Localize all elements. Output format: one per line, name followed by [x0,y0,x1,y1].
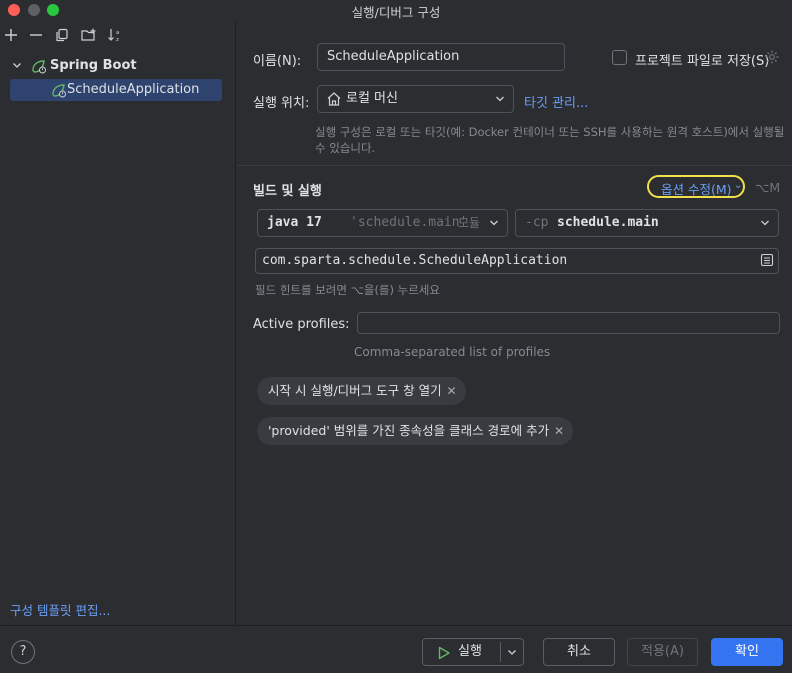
new-folder-icon[interactable] [80,28,98,46]
modify-options-link[interactable]: 옵션 수정(M) [661,179,732,198]
svg-text:a: a [116,30,119,36]
active-profiles-hint: Comma-separated list of profiles [354,345,551,359]
jdk-select[interactable]: java 17 'schedule.main' 모듈 [257,209,508,237]
build-hint: 필드 힌트를 보려면 ⌥을(를) 누르세요 [255,283,440,297]
run-on-label: 실행 위치: [253,96,310,111]
chip-label: 시작 시 실행/디버그 도구 창 열기 [268,383,442,398]
modify-options-shortcut: ⌥M [755,180,781,195]
tree-item-spring-boot[interactable]: Spring Boot [10,55,222,77]
classpath-flag: -cp [525,215,549,230]
name-label: 이름(N): [253,54,302,69]
active-profiles-input[interactable] [357,312,780,334]
copy-icon[interactable] [53,28,71,46]
close-icon[interactable]: ✕ [447,377,457,405]
option-chip-add-provided-scope[interactable]: 'provided' 범위를 가진 종속성을 클래스 경로에 추가 ✕ [257,417,574,445]
chevron-down-icon [495,86,505,122]
chevron-down-icon[interactable]: ⌄ [734,180,742,191]
ok-button[interactable]: 확인 [711,638,783,666]
divider [237,165,792,166]
dialog-footer: ? 실행 취소 적용(A) 확인 [0,625,792,673]
name-input[interactable]: ScheduleApplication [317,43,565,71]
add-icon[interactable] [2,28,20,46]
sort-icon[interactable]: az [106,28,124,46]
manage-targets-link[interactable]: 타깃 관리... [524,92,588,111]
tree-item-schedule-application[interactable]: ScheduleApplication [10,79,222,101]
cancel-button[interactable]: 취소 [543,638,615,666]
run-on-hint: 실행 구성은 로컬 또는 타깃(예: Docker 컨테이너 또는 SSH를 사… [315,125,785,155]
run-on-select[interactable]: 로컬 머신 [317,85,514,113]
store-as-project-file-checkbox[interactable] [612,50,627,65]
run-on-value: 로컬 머신 [346,91,398,106]
jdk-suffix: 모듈 [458,216,481,230]
remove-icon[interactable] [27,28,45,46]
tree-item-label: ScheduleApplication [67,82,200,97]
chevron-down-icon [501,638,523,666]
close-icon[interactable]: ✕ [554,417,564,445]
run-triangle-icon [437,644,451,660]
run-button[interactable]: 실행 [423,638,500,666]
run-options-dropdown[interactable] [501,638,523,666]
configuration-form: 이름(N): ScheduleApplication 프로젝트 파일로 저장(S… [237,22,792,625]
tree-item-label: Spring Boot [50,58,137,73]
window-title: 실행/디버그 구성 [351,5,441,20]
jdk-version: java 17 [267,215,322,230]
active-profiles-label: Active profiles: [253,317,350,332]
build-run-section-title: 빌드 및 실행 [253,184,322,199]
run-button-group: 실행 [422,638,524,666]
home-icon [326,91,342,107]
chevron-down-icon [760,210,770,246]
store-as-project-file-label[interactable]: 프로젝트 파일로 저장(S) [635,50,769,69]
spring-boot-icon [50,82,66,98]
jdk-module: 'schedule.main' [350,215,468,230]
sidebar: az Spring Boot ScheduleApplication 구성 템플… [0,22,236,625]
apply-button[interactable]: 적용(A) [627,638,698,666]
run-button-label: 실행 [458,644,482,659]
classpath-value: schedule.main [557,215,659,230]
gear-icon[interactable] [764,49,780,65]
chevron-down-icon [489,210,499,246]
help-button[interactable]: ? [11,640,35,664]
svg-text:z: z [116,37,119,42]
spring-boot-icon [30,58,46,74]
classpath-select[interactable]: -cp schedule.main [515,209,779,237]
option-chip-open-tool-window[interactable]: 시작 시 실행/디버그 도구 창 열기 ✕ [257,377,466,405]
chip-label: 'provided' 범위를 가진 종속성을 클래스 경로에 추가 [268,423,550,438]
title-bar: 실행/디버그 구성 [0,0,792,22]
edit-templates-link[interactable]: 구성 템플릿 편집... [10,600,110,619]
main-class-input[interactable]: com.sparta.schedule.ScheduleApplication [255,248,779,274]
browse-icon[interactable] [760,253,774,267]
sidebar-toolbar: az [0,28,236,48]
